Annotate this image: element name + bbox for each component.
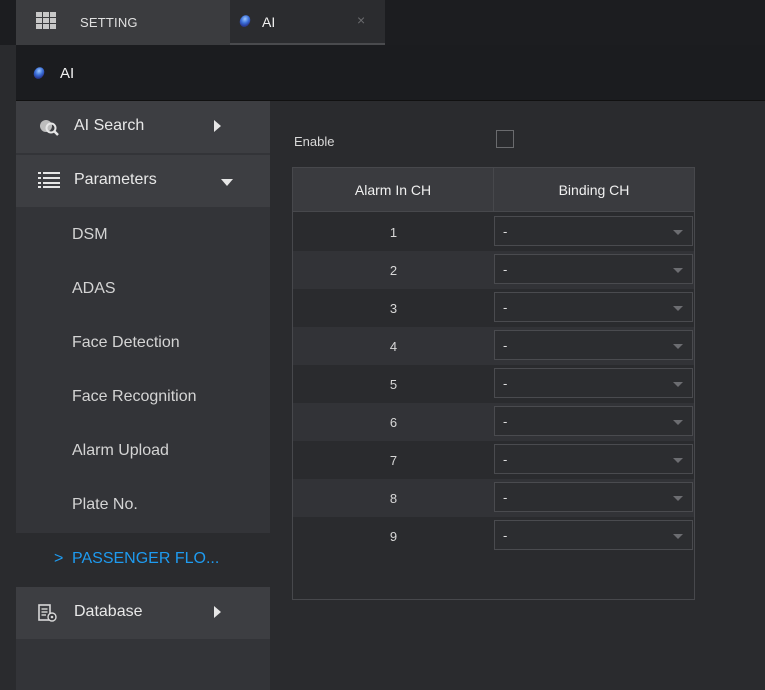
tab-setting[interactable]: SETTING xyxy=(16,0,230,45)
table-row: 1 - xyxy=(293,213,694,251)
binding-ch-select[interactable]: - xyxy=(494,368,693,398)
binding-ch-select[interactable]: - xyxy=(494,254,693,284)
chevron-down-icon xyxy=(673,268,683,273)
alarm-in-ch-cell: 7 xyxy=(389,452,398,468)
binding-ch-select[interactable]: - xyxy=(494,520,693,550)
binding-ch-select[interactable]: - xyxy=(494,482,693,512)
sidebar-item-label: Alarm Upload xyxy=(72,442,169,459)
table-row: 5 - xyxy=(293,365,694,403)
chevron-down-icon xyxy=(673,306,683,311)
alarm-in-ch-cell: 9 xyxy=(389,528,398,544)
binding-ch-value: - xyxy=(503,224,508,239)
sidebar-item-parameters[interactable]: Parameters xyxy=(16,155,270,207)
table-row: 2 - xyxy=(293,251,694,289)
sidebar: AI Search Parameters DSM ADAS Face Detec… xyxy=(16,101,270,690)
alarm-in-ch-cell: 4 xyxy=(389,338,398,354)
binding-ch-value: - xyxy=(503,452,508,467)
table-row: 7 - xyxy=(293,441,694,479)
list-icon xyxy=(38,171,60,194)
chevron-down-icon xyxy=(673,458,683,463)
table-row: 3 - xyxy=(293,289,694,327)
binding-ch-select[interactable]: - xyxy=(494,330,693,360)
grid-icon xyxy=(36,12,56,30)
binding-ch-value: - xyxy=(503,490,508,505)
sidebar-item-passenger-flow[interactable]: > PASSENGER FLO... xyxy=(16,533,270,587)
sidebar-item-database[interactable]: Database xyxy=(16,587,270,639)
chevron-right-icon xyxy=(214,120,221,132)
ai-orb-icon xyxy=(238,14,252,28)
enable-label: Enable xyxy=(294,134,335,149)
chevron-down-icon xyxy=(673,344,683,349)
table-header: Alarm In CH Binding CH xyxy=(293,168,694,212)
binding-ch-value: - xyxy=(503,528,508,543)
sidebar-item-label: Face Recognition xyxy=(72,388,197,405)
alarm-in-ch-cell: 3 xyxy=(389,300,398,316)
column-header-binding-ch: Binding CH xyxy=(558,181,630,198)
sidebar-item-alarm-upload[interactable]: Alarm Upload xyxy=(16,425,270,479)
chevron-down-icon xyxy=(221,179,233,186)
table-row: 9 - xyxy=(293,517,694,555)
sidebar-item-adas[interactable]: ADAS xyxy=(16,263,270,317)
binding-ch-select[interactable]: - xyxy=(494,444,693,474)
binding-table: Alarm In CH Binding CH 1 - 2 - 3 - 4 - 5… xyxy=(292,167,695,600)
chevron-down-icon xyxy=(673,382,683,387)
chevron-down-icon xyxy=(673,230,683,235)
alarm-in-ch-cell: 5 xyxy=(389,376,398,392)
page-title: AI xyxy=(60,65,75,82)
sidebar-item-label: ADAS xyxy=(72,280,116,297)
sidebar-item-label: Plate No. xyxy=(72,496,138,513)
alarm-in-ch-cell: 6 xyxy=(389,414,398,430)
binding-ch-value: - xyxy=(503,262,508,277)
main-panel: Enable Alarm In CH Binding CH 1 - 2 - 3 … xyxy=(270,101,765,690)
table-row: 4 - xyxy=(293,327,694,365)
sidebar-item-plate-no[interactable]: Plate No. xyxy=(16,479,270,533)
sidebar-item-face-detection[interactable]: Face Detection xyxy=(16,317,270,371)
tab-setting-label: SETTING xyxy=(80,15,138,30)
sidebar-item-face-recognition[interactable]: Face Recognition xyxy=(16,371,270,425)
table-row: 8 - xyxy=(293,479,694,517)
chevron-down-icon xyxy=(673,496,683,501)
binding-ch-value: - xyxy=(503,338,508,353)
binding-ch-select[interactable]: - xyxy=(494,292,693,322)
table-row: 6 - xyxy=(293,403,694,441)
page-title-bar: AI xyxy=(16,45,765,101)
chevron-right-icon xyxy=(214,606,221,618)
binding-ch-select[interactable]: - xyxy=(494,406,693,436)
tab-ai[interactable]: AI × xyxy=(230,0,385,45)
sidebar-item-label: AI Search xyxy=(74,117,145,134)
binding-ch-value: - xyxy=(503,414,508,429)
alarm-in-ch-cell: 1 xyxy=(389,224,398,240)
top-tab-bar: SETTING AI × xyxy=(0,0,765,45)
sidebar-item-ai-search[interactable]: AI Search xyxy=(16,101,270,153)
sidebar-item-label: Parameters xyxy=(74,171,157,188)
alarm-in-ch-cell: 2 xyxy=(389,262,398,278)
enable-checkbox[interactable] xyxy=(496,130,514,148)
chevron-right-icon: > xyxy=(54,550,64,567)
sidebar-item-label: DSM xyxy=(72,226,108,243)
database-icon xyxy=(38,603,58,623)
chevron-down-icon xyxy=(673,534,683,539)
chevron-down-icon xyxy=(673,420,683,425)
sidebar-item-label: Face Detection xyxy=(72,334,180,351)
tab-ai-label: AI xyxy=(262,14,276,30)
sidebar-item-label: PASSENGER FLO... xyxy=(72,550,220,567)
binding-ch-select[interactable]: - xyxy=(494,216,693,246)
ai-search-icon xyxy=(38,117,60,142)
ai-orb-icon xyxy=(32,66,46,80)
binding-ch-value: - xyxy=(503,376,508,391)
sidebar-item-dsm[interactable]: DSM xyxy=(16,209,270,263)
column-header-alarm-in-ch: Alarm In CH xyxy=(293,168,494,211)
binding-ch-value: - xyxy=(503,300,508,315)
alarm-in-ch-cell: 8 xyxy=(389,490,398,506)
sidebar-item-label: Database xyxy=(74,603,143,620)
close-icon[interactable]: × xyxy=(357,12,365,28)
